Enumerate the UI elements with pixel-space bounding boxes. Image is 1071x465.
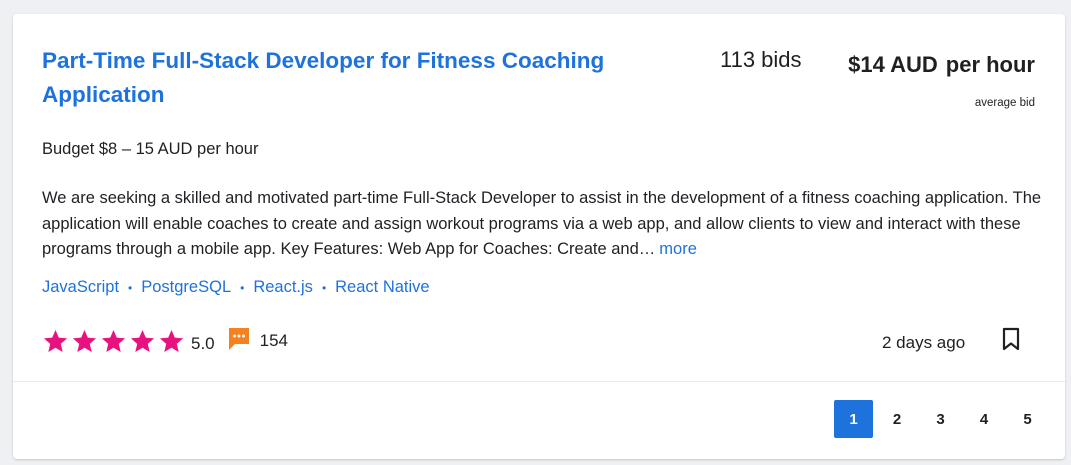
pagination: 1 2 3 4 5 [834, 400, 1052, 438]
project-description: We are seeking a skilled and motivated p… [42, 186, 1042, 263]
skill-tag[interactable]: React.js [253, 278, 313, 297]
bid-count: 113 bids [720, 47, 802, 72]
employer-rating: 5.0 154 [42, 327, 289, 355]
rating-score: 5.0 [191, 333, 215, 353]
review-count: 154 [259, 330, 289, 350]
skill-tag[interactable]: PostgreSQL [141, 278, 231, 297]
average-bid-caption: average bid [974, 97, 1035, 109]
star-icon [130, 330, 155, 352]
skill-tag[interactable]: JavaScript [42, 278, 119, 297]
project-budget: Budget $8 – 15 AUD per hour [42, 140, 259, 158]
price-unit: per hour [945, 52, 1035, 77]
project-title[interactable]: Part-Time Full-Stack Developer for Fitne… [42, 44, 642, 112]
speech-bubble-icon [228, 327, 249, 350]
star-icon [43, 330, 68, 352]
price-amount: $14 AUD [848, 52, 938, 77]
page-button[interactable]: 4 [965, 400, 1004, 438]
skill-separator: • [240, 280, 245, 295]
page-button[interactable]: 1 [834, 400, 873, 438]
page-button[interactable]: 2 [878, 400, 917, 438]
skill-tag[interactable]: React Native [335, 278, 429, 297]
description-text: We are seeking a skilled and motivated p… [42, 189, 1042, 258]
average-bid-price: $14 AUD per hour [848, 52, 1035, 78]
skill-list: JavaScript • PostgreSQL • React.js • Rea… [42, 278, 430, 297]
bookmark-icon[interactable] [1000, 327, 1022, 351]
star-rating [42, 328, 187, 355]
skill-separator: • [321, 280, 327, 295]
star-icon [159, 330, 184, 352]
posted-time: 2 days ago [882, 333, 966, 352]
star-icon [101, 330, 126, 352]
skill-separator: • [128, 280, 133, 295]
star-icon [72, 330, 97, 352]
more-link[interactable]: more [659, 240, 697, 258]
project-card: Part-Time Full-Stack Developer for Fitne… [13, 14, 1065, 459]
page-button[interactable]: 3 [921, 400, 960, 438]
divider [13, 381, 1065, 382]
page-button[interactable]: 5 [1008, 400, 1047, 438]
